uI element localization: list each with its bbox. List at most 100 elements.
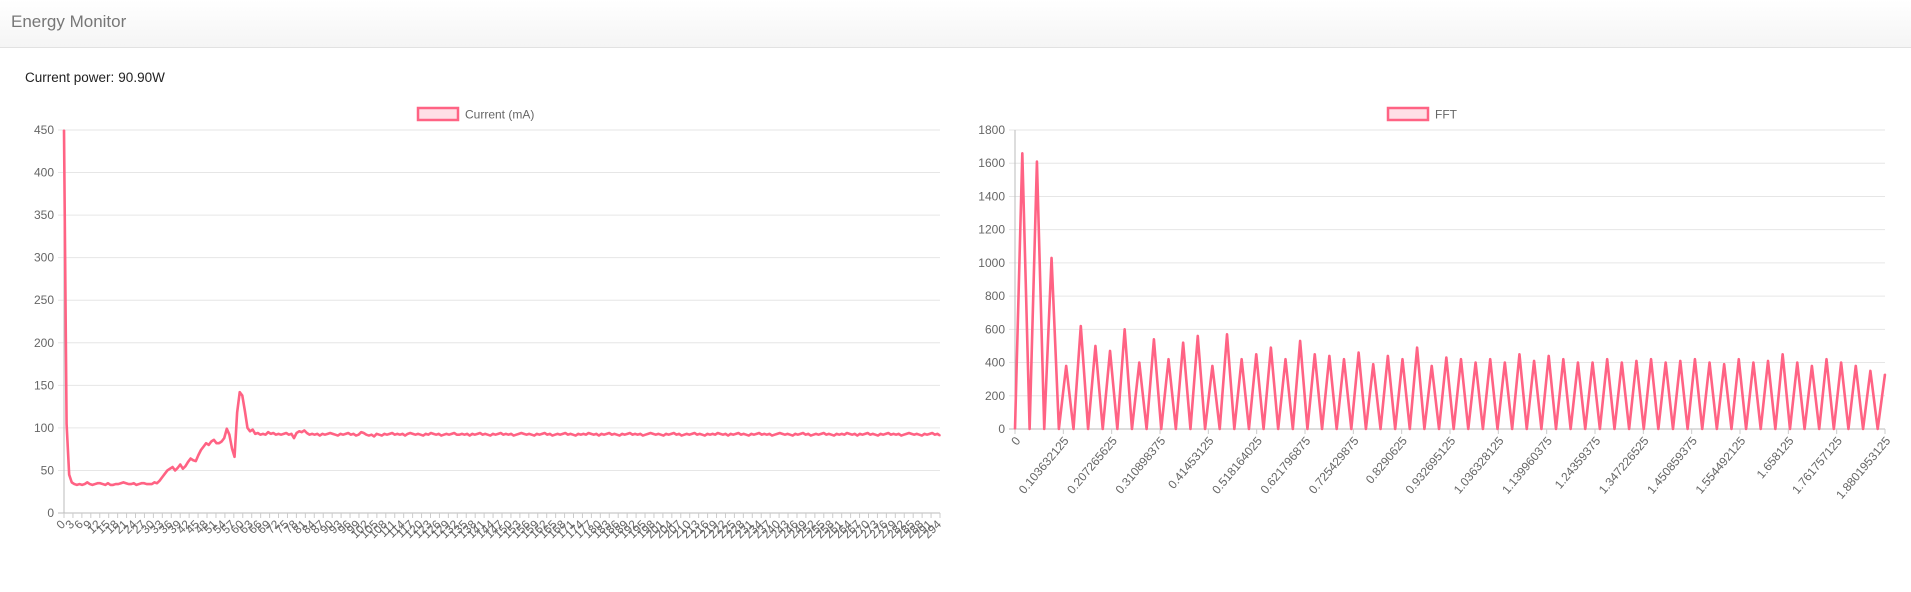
current-power-value: 90.90W — [118, 70, 165, 85]
current-chart-data-point — [541, 433, 543, 435]
current-chart-data-point — [848, 433, 851, 435]
current-chart-data-point — [220, 440, 223, 443]
current-chart-y-tick-label: 450 — [34, 123, 54, 137]
fft-chart-x-tick-label: 1.658125 — [1754, 434, 1797, 482]
current-chart-data-point — [101, 483, 104, 485]
current-chart-data-point — [424, 433, 427, 435]
current-chart-data-point — [383, 433, 386, 435]
fft-chart-data-point — [1160, 428, 1163, 430]
current-chart-data-point — [298, 430, 300, 433]
current-chart-data-point — [218, 442, 220, 445]
current-chart-data-point — [386, 433, 388, 436]
fft-chart-y-tick-label: 800 — [985, 289, 1005, 303]
current-chart-data-point — [851, 433, 853, 436]
current-chart-data-point — [763, 433, 766, 435]
current-chart-data-point — [432, 433, 435, 435]
fft-chart-data-point — [1708, 361, 1711, 364]
current-chart-data-point — [350, 433, 352, 436]
fft-chart-data-point — [1065, 365, 1067, 367]
current-chart-data-point — [303, 429, 306, 432]
fft-chart-data-point — [1694, 358, 1696, 361]
current-chart-data-point — [536, 433, 538, 435]
current-chart-data-point — [73, 483, 76, 485]
current-chart-data-point — [83, 483, 86, 485]
fft-chart-data-point — [1138, 361, 1141, 364]
current-chart-data-point — [197, 454, 200, 456]
current-chart-data-point — [727, 434, 729, 437]
fft-chart-data-point — [1730, 428, 1733, 430]
current-chart-data-point — [665, 433, 667, 435]
fft-chart-y-tick-label: 1200 — [978, 223, 1005, 237]
current-chart-data-point — [339, 433, 342, 435]
current-chart-data-point — [166, 469, 169, 472]
current-chart-data-point — [864, 433, 866, 435]
current-chart-data-point — [378, 433, 381, 436]
current-chart-data-point — [476, 433, 479, 435]
current-chart-data-point — [205, 442, 207, 445]
fft-chart-data-point — [1189, 428, 1192, 430]
current-chart-data-point — [497, 433, 499, 435]
current-chart-data-point — [634, 433, 636, 435]
fft-chart-data-point — [1628, 428, 1630, 430]
app-title[interactable]: Energy Monitor — [11, 12, 126, 32]
current-chart-data-point — [171, 466, 174, 468]
current-chart-data-point — [337, 434, 339, 437]
fft-chart-data-point — [1306, 428, 1309, 430]
current-chart-data-point — [670, 433, 673, 435]
current-chart-data-point — [830, 433, 833, 436]
current-chart-data-point — [698, 433, 701, 435]
current-chart-data-point — [693, 432, 696, 434]
fft-chart-legend[interactable]: FFT — [1386, 106, 1458, 122]
fft-chart-data-point — [1211, 365, 1214, 367]
fft-chart-x-tick-label: 0.310898375 — [1113, 434, 1169, 497]
current-chart-data-point — [564, 432, 567, 434]
current-chart-data-point — [484, 433, 487, 435]
current-chart-data-point — [921, 434, 923, 437]
current-chart-data-point — [538, 433, 541, 436]
fft-chart-x-tick-label: 0.41453125 — [1165, 434, 1217, 492]
fft-chart-data-point — [1036, 160, 1038, 163]
current-chart-y-tick-label: 150 — [34, 378, 54, 392]
current-chart-data-point — [505, 433, 507, 435]
fft-chart-data-point — [1408, 428, 1411, 430]
fft-chart-data-point — [1094, 345, 1097, 347]
fft-chart-data-point — [1175, 428, 1177, 430]
current-chart-data-point — [275, 433, 277, 436]
current-chart-data-point — [430, 432, 432, 434]
fft-chart-data-point — [1686, 428, 1689, 430]
current-chart-data-point — [507, 433, 510, 436]
fft-chart-data-point — [1430, 365, 1433, 367]
current-chart-data-point — [722, 433, 724, 436]
fft-chart-data-point — [1467, 428, 1470, 430]
fft-chart-data-point — [1606, 358, 1608, 361]
fft-chart-data-point — [1555, 428, 1557, 430]
current-chart-data-point — [494, 433, 497, 436]
fft-chart-data-point — [1511, 428, 1513, 430]
current-chart-data-point — [375, 433, 378, 435]
current-chart-data-point — [94, 483, 96, 485]
current-chart-data-point — [122, 481, 125, 484]
current-chart-data-point — [897, 433, 900, 435]
fft-chart-data-point — [1862, 428, 1864, 430]
current-chart-legend[interactable]: Current (mA) — [416, 106, 534, 122]
current-chart-data-point — [86, 481, 89, 484]
current-chart-data-point — [241, 394, 244, 397]
current-chart-data-point — [89, 483, 91, 485]
fft-chart-data-point — [1613, 428, 1616, 430]
fft-chart-data-point — [1752, 361, 1755, 364]
current-chart-data-point — [543, 432, 546, 434]
current-chart-data-point — [750, 433, 753, 435]
current-chart-data-point — [251, 428, 254, 431]
fft-chart-data-point — [1789, 428, 1791, 430]
current-chart-data-point — [202, 445, 205, 448]
current-chart-data-point — [458, 433, 461, 436]
fft-chart-data-point — [1569, 428, 1572, 430]
fft-chart-data-point — [1116, 428, 1119, 430]
current-chart-data-point — [264, 433, 267, 436]
current-chart-y-tick-label: 350 — [34, 208, 54, 222]
current-chart-data-point — [569, 433, 572, 435]
current-chart-data-point — [189, 457, 192, 460]
fft-chart-data-point — [1811, 365, 1813, 367]
current-chart-legend-label: Current (mA) — [465, 108, 534, 122]
current-chart-data-point — [368, 434, 370, 437]
